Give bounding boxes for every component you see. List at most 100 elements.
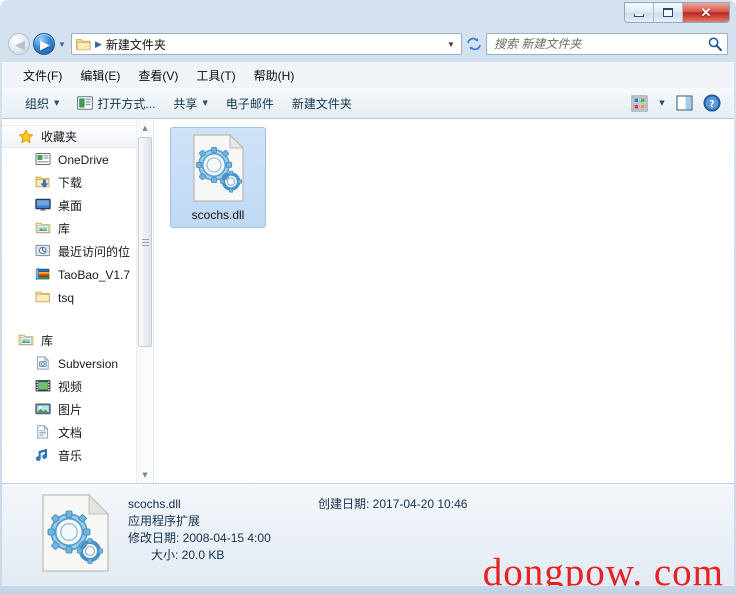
- sidebar-label: Subversion: [58, 356, 119, 371]
- sidebar-item-onedrive[interactable]: OneDrive: [2, 148, 140, 171]
- open-with-label: 打开方式...: [97, 96, 156, 111]
- svg-text:?: ?: [709, 99, 715, 110]
- change-view-button[interactable]: [626, 92, 653, 115]
- address-bar[interactable]: ▶ 新建文件夹 ▼: [71, 33, 462, 55]
- sidebar-item-pictures[interactable]: 图片: [2, 398, 140, 421]
- menu-file[interactable]: 文件(F): [14, 64, 71, 87]
- sidebar-item-library-fav[interactable]: 库: [2, 217, 140, 240]
- breadcrumb-separator-icon: ▶: [95, 38, 102, 49]
- menu-tools[interactable]: 工具(T): [187, 64, 244, 87]
- refresh-button[interactable]: [462, 33, 486, 55]
- open-with-icon: [77, 96, 94, 110]
- forward-arrow-icon: ▶: [40, 37, 50, 53]
- chevron-down-icon: ▼: [447, 39, 455, 49]
- recent-pages-dropdown[interactable]: ▼: [55, 33, 69, 55]
- close-icon: ✕: [700, 5, 712, 20]
- sidebar-item-music[interactable]: 音乐: [2, 444, 140, 467]
- details-created: 创建日期: 2017-04-20 10:46: [318, 497, 468, 511]
- window-bottom-edge: [0, 586, 736, 594]
- maximize-button[interactable]: [654, 3, 683, 22]
- minimize-button[interactable]: [625, 3, 654, 22]
- search-icon: [707, 36, 723, 52]
- dll-file-icon: [191, 133, 246, 202]
- navigation-scrollbar[interactable]: ▲ ▼: [136, 119, 152, 483]
- recent-places-icon: [35, 244, 53, 260]
- sidebar-label: 音乐: [58, 449, 83, 463]
- file-item[interactable]: scochs.dll: [170, 127, 266, 228]
- downloads-icon: [35, 175, 53, 191]
- sidebar-label: OneDrive: [58, 152, 109, 167]
- sidebar-item-recent-places[interactable]: 最近访问的位: [2, 240, 140, 263]
- sidebar-item-libraries[interactable]: 库: [2, 329, 140, 352]
- sidebar-item-downloads[interactable]: 下载: [2, 171, 140, 194]
- breadcrumb[interactable]: 新建文件夹: [106, 36, 166, 53]
- details-file-name: scochs.dll: [128, 497, 181, 511]
- organize-label: 组织: [25, 96, 50, 111]
- menu-edit[interactable]: 编辑(E): [71, 64, 129, 87]
- sidebar-item-desktop[interactable]: 桌面: [2, 194, 140, 217]
- search-input[interactable]: [494, 37, 707, 51]
- address-toolbar: ◀ ▶ ▼ ▶ 新建文件夹 ▼: [0, 28, 736, 60]
- chevron-down-icon: ▼: [142, 470, 148, 479]
- videos-icon: [35, 379, 53, 395]
- new-folder-button[interactable]: 新建文件夹: [283, 90, 361, 117]
- sidebar-item-taobao[interactable]: TaoBao_V1.7: [2, 263, 140, 286]
- view-layout-icon: [631, 95, 648, 111]
- details-size: 大小: 20.0 KB: [151, 548, 225, 562]
- command-bar: 组织 ▼ 打开方式... 共享 ▼ 电子邮件 新建文件夹 ▼ ?: [2, 88, 734, 119]
- sidebar-item-documents[interactable]: 文档: [2, 421, 140, 444]
- details-primary-column: scochs.dll 应用程序扩展 修改日期: 2008-04-15 4:00 …: [128, 494, 296, 586]
- scrollbar-thumb[interactable]: [138, 137, 152, 347]
- folder-icon: [76, 38, 91, 51]
- minimize-icon: [634, 14, 644, 17]
- file-list-pane[interactable]: scochs.dll: [154, 119, 734, 483]
- email-button[interactable]: 电子邮件: [217, 90, 283, 117]
- sidebar-item-videos[interactable]: 视频: [2, 375, 140, 398]
- maximize-icon: [663, 8, 673, 17]
- folder-icon: [35, 290, 53, 306]
- file-name: scochs.dll: [191, 208, 245, 222]
- view-dropdown-button[interactable]: ▼: [653, 92, 671, 114]
- menu-view[interactable]: 查看(V): [129, 64, 187, 87]
- organize-button[interactable]: 组织 ▼: [16, 90, 68, 117]
- new-folder-label: 新建文件夹: [291, 96, 352, 111]
- chevron-down-icon: ▼: [58, 39, 66, 49]
- onedrive-icon: [35, 152, 53, 168]
- sidebar-label: 库: [41, 334, 54, 348]
- menu-help[interactable]: 帮助(H): [245, 64, 304, 87]
- sidebar-item-favorites[interactable]: 收藏夹: [2, 125, 140, 148]
- documents-icon: [35, 424, 53, 441]
- desktop-icon: [35, 198, 53, 214]
- share-label: 共享: [173, 96, 198, 111]
- sidebar-item-tsq[interactable]: tsq: [2, 286, 140, 309]
- explorer-body: 收藏夹 OneDrive 下载 桌面 库 最近访问的位 TaoBao_V1.7 …: [2, 119, 734, 483]
- preview-pane-button[interactable]: [671, 92, 698, 114]
- navigation-tree: 收藏夹 OneDrive 下载 桌面 库 最近访问的位 TaoBao_V1.7 …: [2, 119, 140, 467]
- close-button[interactable]: ✕: [683, 3, 729, 22]
- details-file-icon: [40, 493, 112, 572]
- help-button[interactable]: ?: [698, 91, 726, 115]
- address-dropdown-button[interactable]: ▼: [443, 34, 459, 54]
- scroll-up-button[interactable]: ▲: [137, 119, 153, 136]
- open-with-button[interactable]: 打开方式...: [68, 90, 164, 117]
- sidebar-label: 视频: [58, 380, 83, 394]
- music-icon: [35, 448, 53, 464]
- back-button[interactable]: ◀: [8, 33, 30, 55]
- sidebar-label: 桌面: [58, 199, 83, 213]
- search-box[interactable]: [486, 33, 728, 55]
- refresh-icon: [467, 37, 481, 51]
- navigation-pane[interactable]: 收藏夹 OneDrive 下载 桌面 库 最近访问的位 TaoBao_V1.7 …: [2, 119, 154, 483]
- back-arrow-icon: ◀: [15, 37, 25, 53]
- sidebar-label: TaoBao_V1.7: [58, 267, 131, 282]
- sidebar-label: tsq: [58, 290, 75, 305]
- command-bar-right: ▼ ?: [626, 91, 726, 115]
- star-icon: [18, 129, 36, 145]
- forward-button[interactable]: ▶: [33, 33, 55, 55]
- details-file-type: 应用程序扩展: [128, 514, 201, 528]
- scroll-down-button[interactable]: ▼: [137, 466, 153, 483]
- sidebar-item-subversion[interactable]: Subversion: [2, 352, 140, 375]
- share-button[interactable]: 共享 ▼: [164, 90, 216, 117]
- explorer-window: ✕ ◀ ▶ ▼ ▶ 新建文件夹 ▼ 搜索 新建文件夹 文件(F) 编辑(E) 查…: [0, 0, 736, 594]
- preview-pane-icon: [676, 95, 693, 111]
